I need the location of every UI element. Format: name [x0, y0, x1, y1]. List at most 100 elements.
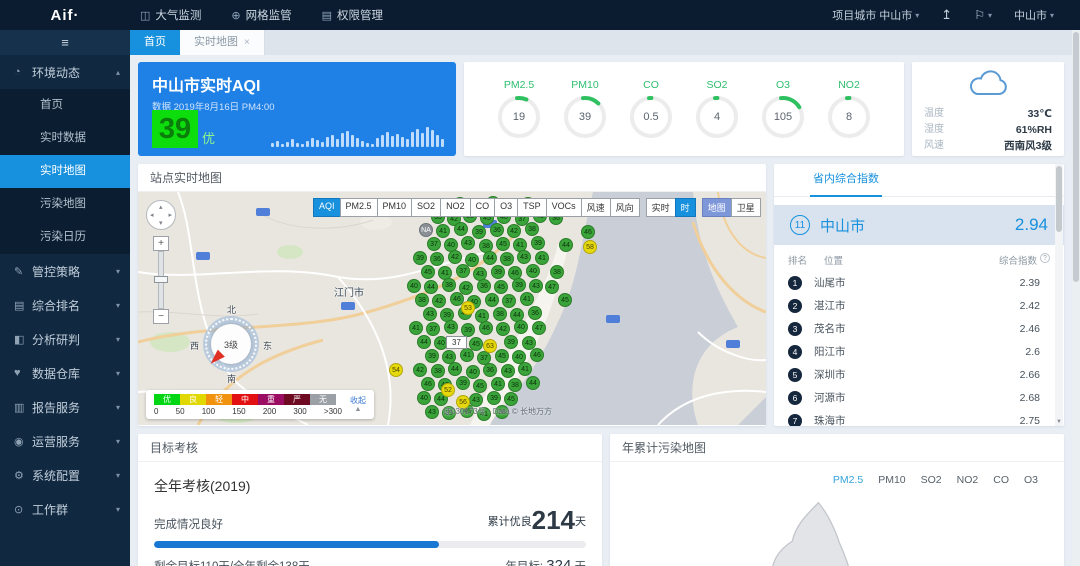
info-icon[interactable]: ?	[1040, 253, 1050, 263]
zoom-slider-handle[interactable]	[154, 276, 168, 283]
topbar-menu-air-monitor[interactable]: ◫大气监测	[140, 0, 201, 30]
station-marker[interactable]: 40	[514, 320, 528, 334]
station-marker[interactable]: 37	[502, 294, 516, 308]
station-marker[interactable]: 39	[531, 236, 545, 250]
pollutant-tab-no2[interactable]: NO2	[957, 474, 979, 486]
sidebar-group-work-group[interactable]: ⊙工作群▾	[0, 492, 130, 526]
station-marker[interactable]: 39	[461, 323, 475, 337]
rank-row-湛江市[interactable]: 2湛江市2.42	[774, 294, 1064, 317]
station-marker[interactable]: 44	[483, 251, 497, 265]
project-city-dropdown[interactable]: 项目城市 中山市 ▾	[832, 7, 919, 23]
station-marker[interactable]: 45	[496, 237, 510, 251]
station-marker[interactable]: 41	[491, 377, 505, 391]
sidebar-group-env-dynamics[interactable]: ◔环境动态▴	[0, 55, 130, 89]
rank-row-阳江市[interactable]: 4阳江市2.6	[774, 340, 1064, 363]
pollutant-tab-co[interactable]: CO	[993, 474, 1009, 486]
station-marker[interactable]: 47	[532, 321, 546, 335]
station-marker[interactable]: 52	[441, 383, 455, 397]
station-marker[interactable]: 36	[483, 363, 497, 377]
rank-row-汕尾市[interactable]: 1汕尾市2.39	[774, 271, 1064, 294]
legend-collapse-button[interactable]: 收起 ▲	[350, 394, 366, 416]
station-marker[interactable]: 44	[424, 280, 438, 294]
station-marker[interactable]: 37	[427, 237, 441, 251]
sidebar-group-control-strategy[interactable]: ✎管控策略▾	[0, 254, 130, 288]
tab-realtime-map[interactable]: 实时地图×	[180, 30, 265, 55]
station-marker[interactable]: 36	[490, 223, 504, 237]
map-btn-aqi[interactable]: AQI	[313, 198, 341, 217]
station-marker[interactable]: NA	[419, 223, 433, 237]
station-marker[interactable]: 38	[431, 364, 445, 378]
station-marker[interactable]: 53	[461, 301, 475, 315]
station-marker[interactable]: 43	[461, 236, 475, 250]
map-btn-no2[interactable]: NO2	[440, 198, 471, 217]
scroll-down-icon[interactable]: ▼	[1056, 419, 1062, 425]
notification-dropdown[interactable]: ⚐ ▾	[974, 8, 992, 22]
map-layer-btn-卫星[interactable]: 卫星	[731, 198, 761, 217]
station-marker[interactable]: 46	[421, 377, 435, 391]
pollutant-tab-so2[interactable]: SO2	[921, 474, 942, 486]
sidebar-group-report-service[interactable]: ▥报告服务▾	[0, 390, 130, 424]
zoom-slider[interactable]	[158, 251, 164, 309]
map-btn-so2[interactable]: SO2	[411, 198, 441, 217]
station-marker[interactable]: 43	[423, 307, 437, 321]
station-marker[interactable]: 41	[409, 321, 423, 335]
map-btn-vocs[interactable]: VOCs	[546, 198, 582, 217]
station-marker[interactable]: 43	[501, 364, 515, 378]
station-marker[interactable]: 36	[430, 252, 444, 266]
station-marker[interactable]: 38	[508, 378, 522, 392]
station-marker[interactable]: 43	[425, 405, 439, 419]
station-marker[interactable]: 44	[448, 362, 462, 376]
station-marker[interactable]: 38	[442, 278, 456, 292]
station-marker[interactable]: 42	[413, 363, 427, 377]
sidebar-item-realtime-data[interactable]: 实时数据	[0, 122, 130, 155]
station-marker[interactable]: 46	[530, 348, 544, 362]
station-marker[interactable]: 36	[528, 306, 542, 320]
close-icon[interactable]: ×	[244, 30, 250, 55]
map-btn-tsp[interactable]: TSP	[517, 198, 547, 217]
station-marker[interactable]: 40	[417, 391, 431, 405]
map-btn-pm25[interactable]: PM2.5	[340, 198, 378, 217]
station-marker[interactable]: 39	[425, 349, 439, 363]
station-map[interactable]: AQIPM2.5PM10SO2NO2COO3TSPVOCs风速风向实时时地图卫星…	[138, 192, 766, 425]
sidebar-group-system-config[interactable]: ⚙系统配置▾	[0, 458, 130, 492]
station-marker[interactable]: 38	[500, 252, 514, 266]
station-marker[interactable]: 39	[456, 376, 470, 390]
station-marker[interactable]: 38	[493, 307, 507, 321]
station-marker[interactable]: 39	[504, 335, 518, 349]
page-scrollbar-thumb[interactable]	[1073, 32, 1079, 282]
station-marker[interactable]: 38	[415, 293, 429, 307]
station-marker[interactable]: 44	[454, 222, 468, 236]
station-marker[interactable]: 37	[456, 264, 470, 278]
station-marker[interactable]: 38	[525, 222, 539, 236]
station-marker[interactable]: 45	[495, 349, 509, 363]
sidebar-item-pollution-map[interactable]: 污染地图	[0, 188, 130, 221]
station-marker[interactable]: 54	[389, 363, 403, 377]
station-marker[interactable]: 45	[558, 293, 572, 307]
station-marker[interactable]: 45	[473, 379, 487, 393]
map-btn-风向[interactable]: 风向	[610, 198, 640, 217]
station-marker[interactable]: 42	[448, 250, 462, 264]
station-marker[interactable]: 44	[417, 335, 431, 349]
rank-scrollbar-thumb[interactable]	[1056, 166, 1062, 232]
station-marker[interactable]: 41	[460, 348, 474, 362]
sidebar-collapse-toggle[interactable]: ≡	[0, 30, 130, 55]
station-marker[interactable]: 43	[444, 320, 458, 334]
station-marker[interactable]: 45	[494, 280, 508, 294]
station-marker[interactable]: 63	[483, 339, 497, 353]
zoom-in-button[interactable]: +	[153, 236, 169, 251]
pollutant-tab-o3[interactable]: O3	[1024, 474, 1038, 486]
map-btn-pm10[interactable]: PM10	[377, 198, 413, 217]
station-marker[interactable]: 44	[559, 238, 573, 252]
station-marker[interactable]: 41	[436, 224, 450, 238]
map-time-btn-时[interactable]: 时	[675, 198, 696, 217]
station-marker[interactable]: 45	[421, 265, 435, 279]
station-marker[interactable]: 41	[520, 292, 534, 306]
station-marker[interactable]: 47	[545, 280, 559, 294]
station-marker[interactable]: 36	[477, 279, 491, 293]
share-button[interactable]: ↥	[941, 7, 952, 23]
station-marker[interactable]: 39	[491, 265, 505, 279]
station-marker[interactable]: 44	[526, 376, 540, 390]
station-marker[interactable]: 46	[581, 225, 595, 239]
station-marker[interactable]: 43	[529, 279, 543, 293]
station-marker[interactable]: 42	[496, 322, 510, 336]
